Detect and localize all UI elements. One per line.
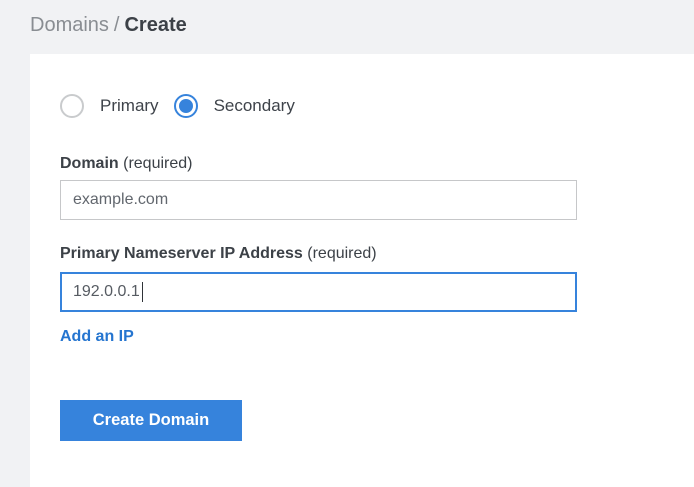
radio-option-primary[interactable]: Primary — [60, 94, 159, 118]
primary-nameserver-ip-input[interactable]: 192.0.0.1 — [60, 272, 577, 312]
add-an-ip-link[interactable]: Add an IP — [60, 328, 134, 345]
domain-input-value: example.com — [73, 191, 168, 209]
breadcrumb-domains[interactable]: Domains — [30, 14, 109, 36]
radio-secondary-control[interactable] — [174, 94, 198, 118]
domains-create-page: Domains/Create Primary Secondary Domain … — [0, 0, 694, 487]
domain-field-label: Domain (required) — [60, 154, 694, 174]
ip-field-label: Primary Nameserver IP Address (required) — [60, 244, 694, 264]
domain-type-radio-group: Primary Secondary — [60, 94, 694, 118]
ip-required-hint: (required) — [307, 245, 376, 262]
add-ip-link-row: Add an IP — [60, 328, 694, 347]
radio-secondary-label[interactable]: Secondary — [214, 96, 295, 116]
breadcrumb: Domains/Create — [30, 13, 187, 37]
ip-label-text: Primary Nameserver IP Address — [60, 245, 303, 262]
domain-label-text: Domain — [60, 155, 119, 172]
create-domain-button[interactable]: Create Domain — [60, 400, 242, 441]
domain-input[interactable]: example.com — [60, 180, 577, 220]
create-domain-panel: Primary Secondary Domain (required) exam… — [30, 54, 694, 487]
breadcrumb-separator: / — [114, 14, 120, 36]
radio-selected-dot-icon — [179, 99, 193, 113]
radio-primary-control[interactable] — [60, 94, 84, 118]
breadcrumb-current: Create — [124, 14, 186, 36]
text-cursor — [142, 282, 144, 302]
radio-option-secondary[interactable]: Secondary — [174, 94, 295, 118]
domain-required-hint: (required) — [123, 155, 192, 172]
radio-primary-label[interactable]: Primary — [100, 96, 159, 116]
ip-input-value: 192.0.0.1 — [73, 283, 140, 301]
